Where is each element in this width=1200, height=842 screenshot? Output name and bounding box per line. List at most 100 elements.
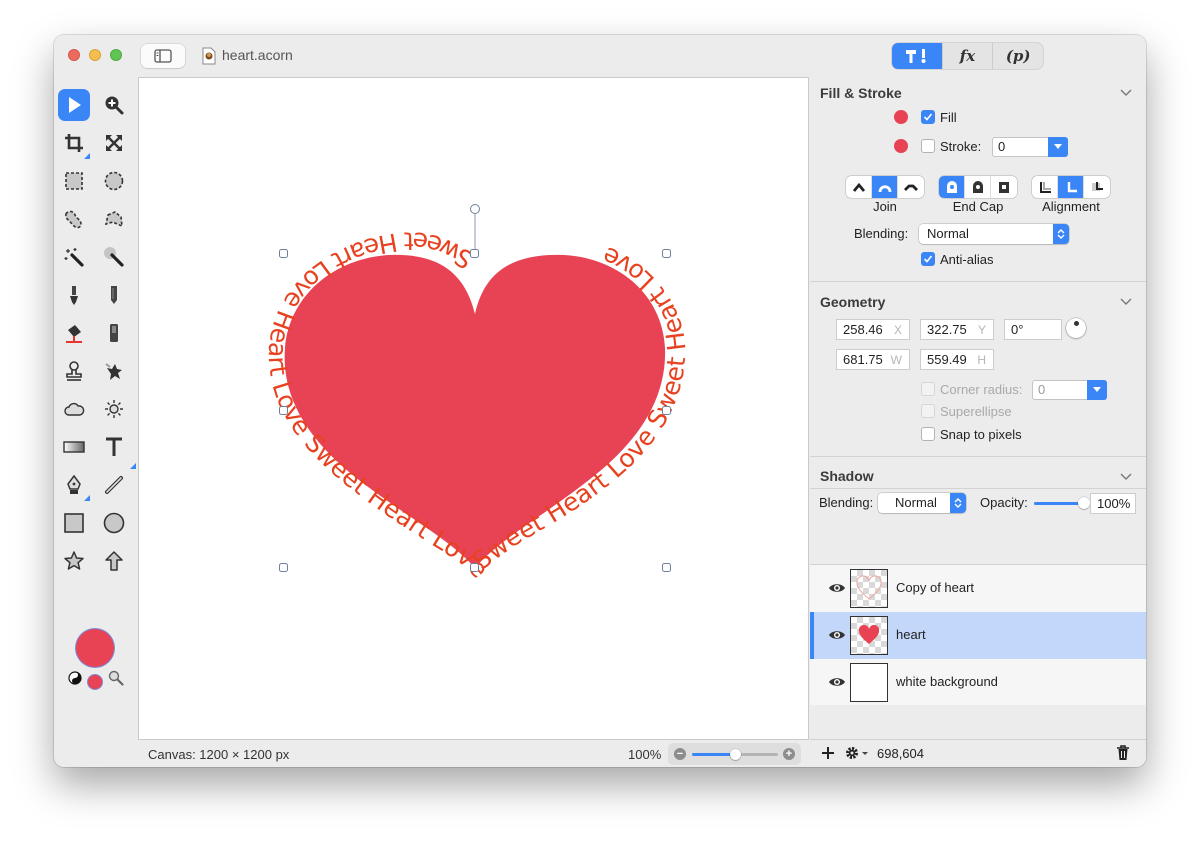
width-field[interactable]: 681.75 W xyxy=(836,349,910,370)
handle-top-center[interactable] xyxy=(470,249,479,258)
rotation-knob[interactable] xyxy=(1066,318,1086,338)
smudge-tool[interactable] xyxy=(98,355,130,387)
tab-properties[interactable]: (p) xyxy=(993,43,1043,69)
gradient-tool[interactable] xyxy=(58,431,90,463)
stroke-checkbox[interactable] xyxy=(921,139,935,153)
bezier-pen-tool[interactable] xyxy=(58,469,90,501)
join-round-button[interactable] xyxy=(872,176,898,198)
stroke-color-swatch[interactable] xyxy=(894,139,908,153)
shadow-blending-popup[interactable]: Normal xyxy=(878,493,966,513)
chevron-down-icon[interactable] xyxy=(1120,473,1132,481)
fill-color-swatch[interactable] xyxy=(894,110,908,124)
blending-popup[interactable]: Normal xyxy=(919,224,1069,244)
opacity-field[interactable]: 100% xyxy=(1090,493,1136,514)
rect-select-tool[interactable] xyxy=(58,165,90,197)
corner-radius-dropdown-button[interactable] xyxy=(1087,380,1107,400)
eye-icon[interactable] xyxy=(828,581,846,595)
ellipse-select-tool[interactable] xyxy=(98,165,130,197)
geometry-section-title[interactable]: Geometry xyxy=(820,294,885,310)
opacity-slider-knob[interactable] xyxy=(1078,497,1090,509)
add-layer-icon[interactable] xyxy=(820,745,836,761)
layer-row-selected[interactable]: heart xyxy=(810,612,1146,659)
rectangle-shape-tool[interactable] xyxy=(58,507,90,539)
eye-icon[interactable] xyxy=(828,675,846,689)
handle-bottom-center[interactable] xyxy=(470,563,479,572)
align-outside-button[interactable] xyxy=(1084,176,1110,198)
layer-row[interactable]: Copy of heart xyxy=(810,565,1146,612)
chevron-down-icon[interactable] xyxy=(1120,298,1132,306)
handle-middle-left[interactable] xyxy=(279,406,288,415)
arrow-shape-tool[interactable] xyxy=(98,545,130,577)
line-tool[interactable] xyxy=(98,469,130,501)
zoom-slider-knob[interactable] xyxy=(730,749,741,760)
superellipse-checkbox[interactable] xyxy=(921,404,935,418)
star-shape-tool[interactable] xyxy=(58,545,90,577)
zoom-tool[interactable] xyxy=(98,89,130,121)
zoom-slider[interactable] xyxy=(692,749,778,760)
clone-tool[interactable] xyxy=(58,355,90,387)
y-position-field[interactable]: 322.75 Y xyxy=(920,319,994,340)
chevron-down-icon[interactable] xyxy=(1120,89,1132,97)
opacity-slider[interactable] xyxy=(1034,497,1090,509)
handle-top-left[interactable] xyxy=(279,249,288,258)
instant-alpha-tool[interactable] xyxy=(98,241,130,273)
zoom-in-button[interactable]: + xyxy=(783,748,795,760)
polygon-lasso-tool[interactable] xyxy=(98,203,130,235)
move-tool[interactable] xyxy=(58,89,90,121)
handle-middle-right[interactable] xyxy=(662,406,671,415)
endcap-butt-button[interactable] xyxy=(939,176,965,198)
stroke-width-combo[interactable]: 0 xyxy=(992,137,1068,157)
sidebar-toggle-button[interactable] xyxy=(141,44,185,68)
trash-icon[interactable] xyxy=(1116,745,1130,761)
shadow-section-title[interactable]: Shadow xyxy=(820,468,874,484)
join-bevel-button[interactable] xyxy=(898,176,924,198)
handle-bottom-right[interactable] xyxy=(662,563,671,572)
corner-radius-combo[interactable]: 0 xyxy=(1032,380,1107,400)
layer-row[interactable]: white background xyxy=(810,659,1146,706)
zoom-out-button[interactable]: − xyxy=(674,748,686,760)
join-miter-button[interactable] xyxy=(846,176,872,198)
image-canvas[interactable]: Sweet Heart Love Heart Love Sweet Heart … xyxy=(138,77,809,739)
tab-tools[interactable] xyxy=(892,43,943,69)
brush-tool[interactable] xyxy=(58,279,90,311)
heart-shape[interactable] xyxy=(284,254,666,569)
stroke-width-dropdown-button[interactable] xyxy=(1048,137,1068,157)
align-center-button[interactable] xyxy=(1058,176,1084,198)
endcap-round-button[interactable] xyxy=(965,176,991,198)
handle-bottom-left[interactable] xyxy=(279,563,288,572)
eraser-tool[interactable] xyxy=(98,317,130,349)
align-inside-button[interactable] xyxy=(1032,176,1058,198)
handle-top-right[interactable] xyxy=(662,249,671,258)
paint-bucket-tool[interactable] xyxy=(58,317,90,349)
dodge-tool[interactable] xyxy=(98,393,130,425)
close-window-button[interactable] xyxy=(68,49,80,61)
antialias-checkbox[interactable] xyxy=(921,252,935,266)
text-tool[interactable] xyxy=(98,431,136,469)
x-position-field[interactable]: 258.46 X xyxy=(836,319,910,340)
swap-colors-icon[interactable] xyxy=(68,671,82,685)
background-color-well[interactable] xyxy=(88,675,102,689)
gear-menu-icon[interactable] xyxy=(844,745,870,761)
rotation-angle-field[interactable]: 0° xyxy=(1004,319,1062,340)
corner-radius-checkbox[interactable] xyxy=(921,382,935,396)
snap-to-pixels-checkbox[interactable] xyxy=(921,427,935,441)
tab-effects[interactable]: fx xyxy=(943,43,994,69)
fill-stroke-section-title[interactable]: Fill & Stroke xyxy=(820,85,902,101)
fill-checkbox[interactable] xyxy=(921,110,935,124)
magic-wand-tool[interactable] xyxy=(58,241,90,273)
foreground-color-well[interactable] xyxy=(76,629,114,667)
lasso-tool[interactable] xyxy=(58,203,90,235)
burn-tool[interactable] xyxy=(58,393,90,425)
height-field[interactable]: 559.49 H xyxy=(920,349,994,370)
eye-icon[interactable] xyxy=(828,628,846,642)
pencil-tool[interactable] xyxy=(98,279,130,311)
zoom-window-button[interactable] xyxy=(110,49,122,61)
crop-tool[interactable] xyxy=(58,127,90,159)
endcap-square-button[interactable] xyxy=(991,176,1017,198)
color-picker-magnifier-icon[interactable] xyxy=(108,670,124,686)
rotation-handle[interactable] xyxy=(470,204,480,214)
oval-shape-tool[interactable] xyxy=(98,507,130,539)
minimize-window-button[interactable] xyxy=(89,49,101,61)
transform-tool[interactable] xyxy=(98,127,130,159)
canvas-drawing[interactable]: Sweet Heart Love Heart Love Sweet Heart … xyxy=(139,78,810,740)
